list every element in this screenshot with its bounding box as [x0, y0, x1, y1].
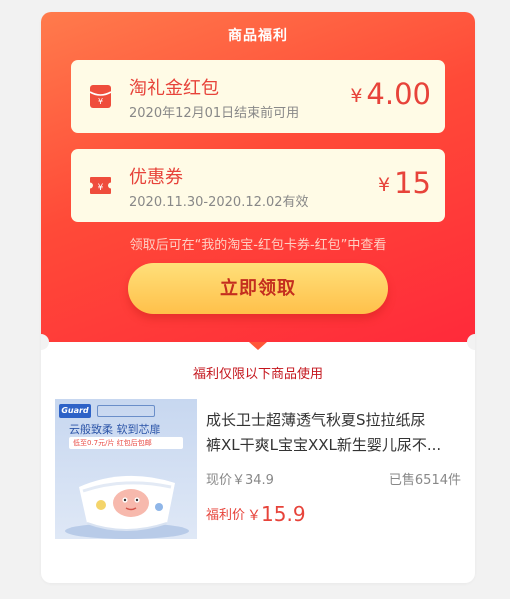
diaper-illustration: [65, 475, 189, 539]
coupon-amount: ¥15: [378, 167, 431, 204]
currency-symbol: ￥: [247, 508, 262, 524]
coupon-name: 优惠券: [129, 167, 183, 188]
welfare-price-value: 15.9: [261, 502, 306, 526]
currency-symbol: ¥: [378, 174, 391, 196]
red-envelope-coupon[interactable]: ¥ 淘礼金红包 2020年12月01日结束前可用 ¥4.00: [71, 60, 445, 133]
welfare-card: 商品福利 ¥ 淘礼金红包 2020年12月01日结束前可用 ¥4.00 ¥ 优惠…: [41, 12, 475, 583]
coupon-validity: 2020.11.30-2020.12.02有效: [129, 195, 309, 210]
product-name-line-2: 裤XL干爽L宝宝XXL新生婴儿尿不...: [206, 436, 442, 454]
product-name[interactable]: 成长卫士超薄透气秋夏S拉拉纸尿 裤XL干爽L宝宝XXL新生婴儿尿不...: [206, 408, 464, 458]
coupon-ticket-icon: ¥: [90, 177, 111, 194]
coupon-header-panel: 商品福利 ¥ 淘礼金红包 2020年12月01日结束前可用 ¥4.00 ¥ 优惠…: [41, 12, 475, 342]
image-promo: 低至0.7元/片 红包后包邮: [69, 437, 183, 449]
sold-count: 已售6514件: [388, 473, 461, 488]
red-envelope-icon: ¥: [89, 85, 112, 108]
welfare-price: 福利价 ￥15.9: [206, 502, 306, 526]
svg-text:¥: ¥: [98, 97, 103, 106]
amount-value: 15: [394, 166, 431, 200]
coupon-validity: 2020年12月01日结束前可用: [129, 106, 300, 121]
image-tagline: 云般致柔 软到芯扉: [69, 423, 161, 436]
panel-title: 商品福利: [228, 28, 288, 44]
claim-now-button[interactable]: 立即领取: [128, 263, 388, 314]
welfare-price-label: 福利价: [206, 508, 246, 523]
pointer-arrow: [249, 342, 267, 350]
discount-coupon[interactable]: ¥ 优惠券 2020.11.30-2020.12.02有效 ¥15: [71, 149, 445, 222]
currency-symbol: ¥: [350, 85, 363, 107]
package-badge: [97, 405, 155, 417]
brand-logo: Guard: [59, 404, 91, 418]
coupon-name: 淘礼金红包: [129, 78, 219, 99]
right-notch: [467, 334, 475, 350]
product-name-line-1: 成长卫士超薄透气秋夏S拉拉纸尿: [206, 411, 426, 429]
product-image[interactable]: Guard 云般致柔 软到芯扉 低至0.7元/片 红包后包邮: [55, 399, 197, 539]
current-price: 现价￥34.9: [206, 473, 274, 488]
product-section-subtitle: 福利仅限以下商品使用: [192, 367, 323, 382]
claim-tip-text: 领取后可在“我的淘宝-红包卡券-红包”中查看: [129, 238, 387, 253]
svg-text:¥: ¥: [98, 183, 104, 193]
amount-value: 4.00: [366, 77, 431, 111]
coupon-amount: ¥4.00: [350, 78, 431, 115]
